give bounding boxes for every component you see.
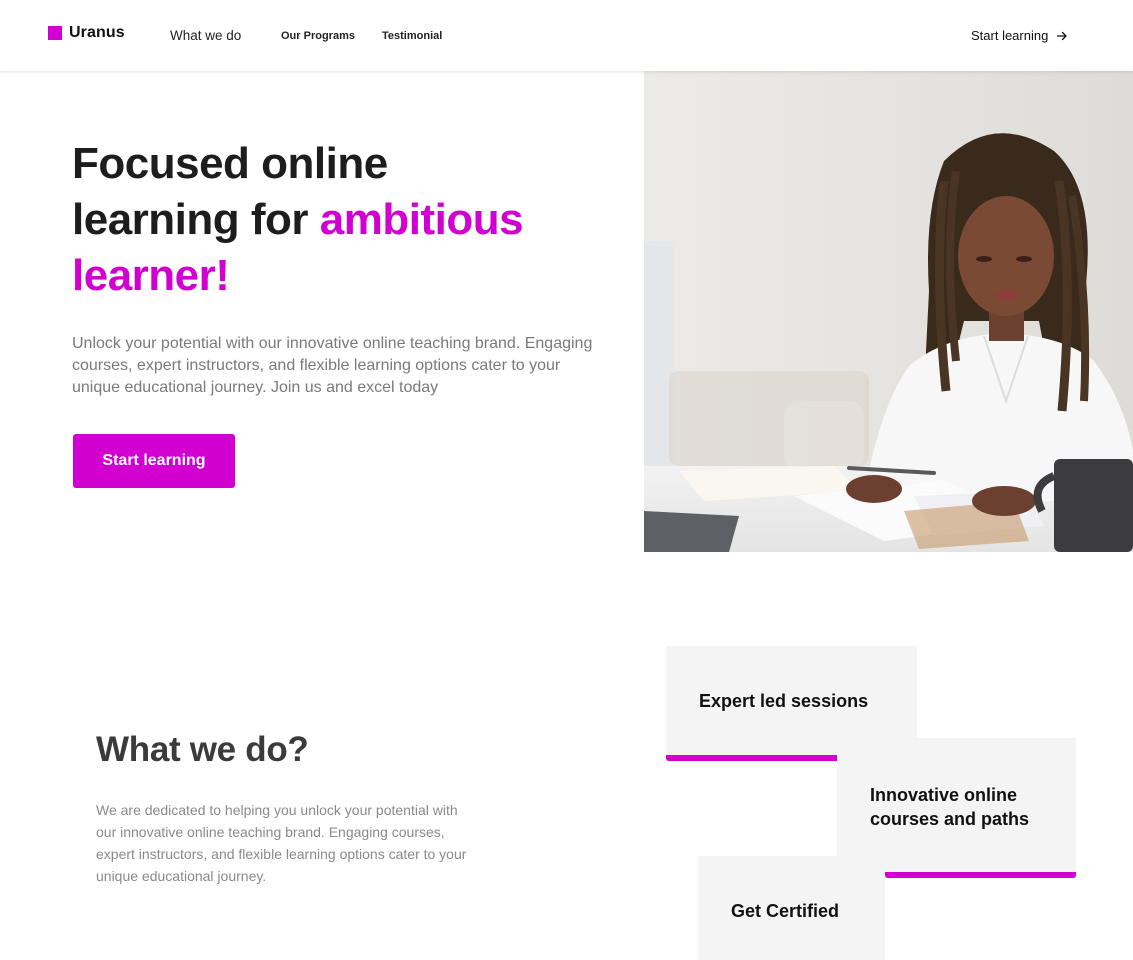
hero-title-line2: learning for [72,195,320,244]
hero-title-accent-2: learner! [72,251,230,300]
nav-link-testimonial[interactable]: Testimonial [382,30,442,42]
student-photo-illustration [644,71,1133,552]
site-header: Uranus What we do Our Programs Testimoni… [0,0,1133,71]
brand-logo[interactable]: Uranus [48,24,125,42]
hero-title: Focused online learning for ambitious le… [72,136,612,304]
header-start-learning-link[interactable]: Start learning [971,28,1068,43]
feature-card-label: Expert led sessions [699,691,869,711]
feature-card-label: Get Certified [731,901,840,921]
what-we-do-title: What we do? [96,730,309,769]
feature-card-get-certified: Get Certified [698,856,885,960]
brand-name: Uranus [69,24,125,41]
hero-description: Unlock your potential with our innovativ… [72,335,593,396]
header-cta-label: Start learning [971,28,1049,43]
hero-title-line1: Focused online [72,139,388,188]
logo-square-icon [48,26,62,40]
what-we-do-description: We are dedicated to helping you unlock y… [96,802,467,884]
hero-title-accent-1: ambitious [319,195,524,244]
hero-photo-student-studying [644,71,1133,552]
nav-link-our-programs[interactable]: Our Programs [281,30,355,42]
feature-card-label: Innovative online courses and paths [870,785,1030,829]
arrow-right-icon [1057,31,1067,40]
card-accent-bar [885,872,1076,878]
hero-start-learning-button[interactable]: Start learning [73,434,235,488]
nav-link-what-we-do[interactable]: What we do [170,28,241,43]
